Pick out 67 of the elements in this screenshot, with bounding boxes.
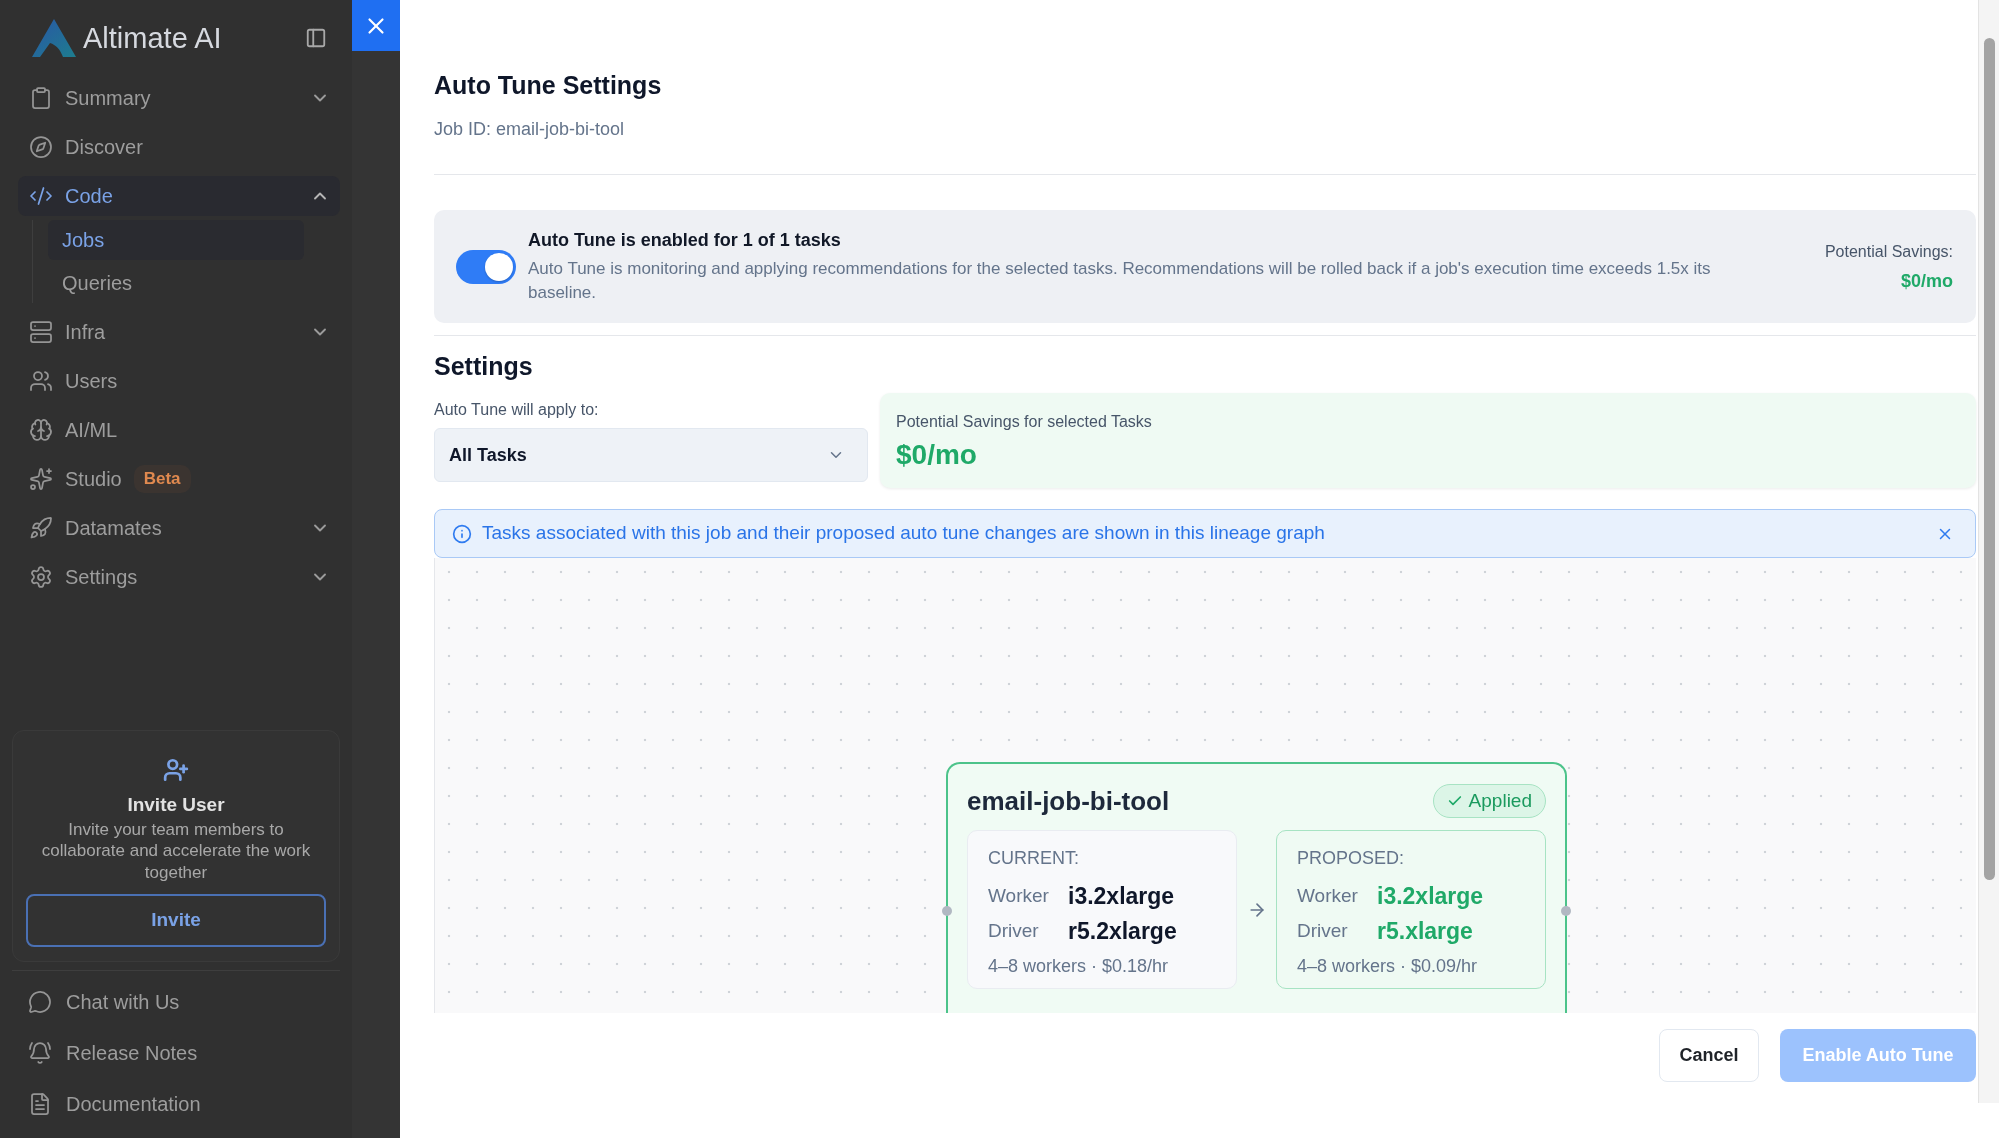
nav-item[interactable]: Code — [18, 176, 340, 216]
settings-heading: Settings — [434, 351, 534, 381]
nav-item[interactable]: Summary — [18, 78, 340, 118]
config-value: i3.2xlarge — [1377, 881, 1484, 911]
brand-name: Altimate AI — [83, 21, 222, 56]
config-label: Worker — [1297, 883, 1359, 908]
nav-subitem[interactable]: Queries — [48, 263, 304, 303]
config-summary: 4–8 workers · $0.09/hr — [1297, 955, 1479, 978]
nav-item[interactable]: Datamates — [18, 508, 340, 548]
savings-value: $0/mo — [896, 438, 978, 472]
nav-item[interactable]: Studio Beta — [18, 459, 340, 499]
invite-title: Invite User — [127, 792, 225, 817]
nav-item[interactable]: Settings — [18, 557, 340, 597]
nav-item[interactable]: Users — [18, 361, 340, 401]
sidebar-link[interactable]: Release Notes — [28, 1033, 318, 1073]
settings-icon — [29, 565, 53, 589]
savings-label: Potential Savings for selected Tasks — [896, 412, 1153, 432]
logo-icon — [32, 19, 76, 57]
config-label: Worker — [988, 883, 1050, 908]
nav-item[interactable]: Infra — [18, 312, 340, 352]
config-value: i3.2xlarge — [1068, 881, 1175, 911]
user-plus-icon — [163, 756, 189, 783]
status-description: Auto Tune is monitoring and applying recommendations for the selected tasks. Recommendations will be rolled back if a job's execution time exceeds 1.5x its baseline. — [528, 258, 1712, 304]
sidebar-link[interactable]: Documentation — [28, 1084, 318, 1124]
config-heading: CURRENT: — [988, 847, 1080, 870]
status-text: Applied — [1468, 788, 1532, 813]
config-value: r5.2xlarge — [1068, 916, 1177, 946]
nav-item[interactable]: AI/ML — [18, 410, 340, 450]
compass-icon — [29, 135, 53, 159]
info-icon — [452, 523, 472, 544]
rocket-icon — [29, 516, 53, 540]
node-title: email-job-bi-tool — [967, 784, 1170, 818]
invite-description: Invite your team members to collaborate and accelerate the work together — [40, 818, 312, 883]
scrollbar-thumb[interactable] — [1983, 38, 1995, 880]
connection-handle[interactable] — [1561, 906, 1571, 916]
config-value: r5.xlarge — [1377, 916, 1473, 946]
scope-label: Auto Tune will apply to: — [434, 400, 600, 420]
chat-bubble-icon — [28, 990, 52, 1014]
savings-label: Potential Savings: — [1824, 241, 1953, 262]
sidebar-toggle-icon[interactable] — [305, 27, 327, 49]
beta-tag: Beta — [133, 465, 191, 493]
scope-select[interactable]: All Tasks — [434, 428, 868, 482]
close-button[interactable] — [352, 0, 400, 51]
brain-icon — [29, 418, 53, 442]
code-icon — [29, 184, 53, 208]
document-icon — [28, 1092, 52, 1116]
panel-title: Auto Tune Settings — [434, 70, 663, 100]
job-id: Job ID: email-job-bi-tool — [434, 118, 626, 141]
users-icon — [29, 369, 53, 393]
cancel-button[interactable]: Cancel — [1659, 1029, 1759, 1082]
config-label: Driver — [1297, 918, 1349, 943]
toggle-switch[interactable] — [456, 249, 516, 284]
server-icon — [29, 320, 53, 344]
sparkles-icon — [29, 467, 53, 491]
sidebar-link[interactable]: Chat with Us — [28, 982, 318, 1022]
nav-item[interactable]: Discover — [18, 127, 340, 167]
invite-button[interactable]: Invite — [26, 894, 326, 947]
bell-icon — [28, 1041, 52, 1065]
status-title: Auto Tune is enabled for 1 of 1 tasks — [528, 229, 842, 252]
config-summary: 4–8 workers · $0.18/hr — [988, 955, 1170, 978]
banner-text: Tasks associated with this job and their proposed auto tune changes are shown in this lineage graph — [482, 521, 1325, 546]
connection-handle[interactable] — [942, 906, 952, 916]
config-label: Driver — [988, 918, 1040, 943]
nav-subitem[interactable]: Jobs — [48, 220, 304, 260]
clipboard-icon — [29, 86, 53, 110]
savings-value: $0/mo — [1900, 269, 1953, 292]
config-heading: PROPOSED: — [1297, 847, 1406, 870]
